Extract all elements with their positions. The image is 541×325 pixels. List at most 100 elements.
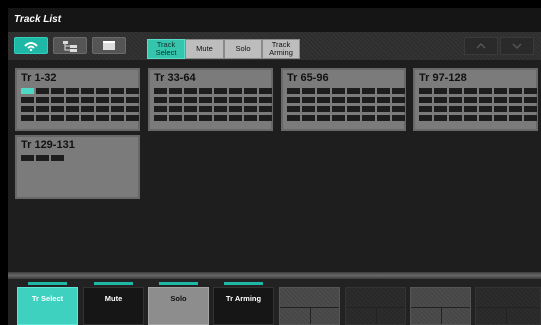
function-button-blank[interactable] bbox=[345, 287, 406, 325]
function-button-solo[interactable]: Solo bbox=[148, 282, 209, 325]
view-button-hierarchy[interactable] bbox=[53, 37, 87, 54]
track-cell[interactable] bbox=[51, 97, 64, 103]
track-cell[interactable] bbox=[449, 115, 462, 121]
track-cell[interactable] bbox=[66, 106, 79, 112]
track-cell[interactable] bbox=[81, 106, 94, 112]
track-cell[interactable] bbox=[51, 115, 64, 121]
mode-button-mute[interactable]: Mute bbox=[185, 39, 224, 59]
track-cell[interactable] bbox=[21, 106, 34, 112]
track-cell[interactable] bbox=[154, 106, 167, 112]
track-cell[interactable] bbox=[287, 115, 300, 121]
track-cell[interactable] bbox=[317, 88, 330, 94]
track-cell[interactable] bbox=[21, 115, 34, 121]
track-cell[interactable] bbox=[81, 115, 94, 121]
track-cell[interactable] bbox=[96, 97, 109, 103]
track-cell[interactable] bbox=[81, 97, 94, 103]
function-button-tr-arming[interactable]: Tr Arming bbox=[213, 282, 274, 325]
track-cell[interactable] bbox=[214, 106, 227, 112]
track-cell[interactable] bbox=[362, 97, 375, 103]
track-cell[interactable] bbox=[377, 97, 390, 103]
track-cell[interactable] bbox=[21, 97, 34, 103]
track-cell[interactable] bbox=[434, 115, 447, 121]
track-cell[interactable] bbox=[184, 88, 197, 94]
track-cell[interactable] bbox=[332, 88, 345, 94]
track-cell[interactable] bbox=[154, 97, 167, 103]
track-cell[interactable] bbox=[494, 106, 507, 112]
track-cell[interactable] bbox=[154, 115, 167, 121]
track-cell[interactable] bbox=[51, 88, 64, 94]
track-cell[interactable] bbox=[434, 88, 447, 94]
track-cell[interactable] bbox=[524, 115, 537, 121]
track-cell[interactable] bbox=[434, 97, 447, 103]
track-cell[interactable] bbox=[392, 115, 405, 121]
track-cell[interactable] bbox=[36, 106, 49, 112]
track-cell[interactable] bbox=[259, 88, 272, 94]
track-cell[interactable] bbox=[199, 115, 212, 121]
track-cell[interactable] bbox=[494, 97, 507, 103]
track-cell[interactable] bbox=[126, 106, 139, 112]
track-cell[interactable] bbox=[96, 106, 109, 112]
track-cell[interactable] bbox=[184, 106, 197, 112]
track-cell[interactable] bbox=[229, 97, 242, 103]
track-bank-65-96[interactable]: Tr 65-96 bbox=[281, 68, 406, 131]
track-cell[interactable] bbox=[479, 97, 492, 103]
track-bank-97-128[interactable]: Tr 97-128 bbox=[413, 68, 538, 131]
track-cell[interactable] bbox=[259, 115, 272, 121]
scroll-down-button[interactable] bbox=[500, 37, 534, 55]
track-cell[interactable] bbox=[259, 106, 272, 112]
track-cell[interactable] bbox=[479, 115, 492, 121]
function-button-blank[interactable] bbox=[410, 287, 471, 325]
track-cell[interactable] bbox=[244, 88, 257, 94]
track-cell[interactable] bbox=[287, 106, 300, 112]
track-cell[interactable] bbox=[199, 97, 212, 103]
function-button-blank[interactable] bbox=[279, 287, 340, 325]
track-cell[interactable] bbox=[259, 97, 272, 103]
track-cell[interactable] bbox=[509, 97, 522, 103]
track-cell[interactable] bbox=[154, 88, 167, 94]
track-cell[interactable] bbox=[214, 97, 227, 103]
view-button-window[interactable] bbox=[92, 37, 126, 54]
track-cell[interactable] bbox=[36, 115, 49, 121]
track-cell[interactable] bbox=[169, 97, 182, 103]
track-cell[interactable] bbox=[377, 115, 390, 121]
track-cell[interactable] bbox=[347, 106, 360, 112]
track-bank-1-32[interactable]: Tr 1-32 bbox=[15, 68, 140, 131]
track-cell[interactable] bbox=[36, 88, 49, 94]
track-cell[interactable] bbox=[66, 115, 79, 121]
track-cell[interactable] bbox=[111, 106, 124, 112]
track-cell[interactable] bbox=[302, 106, 315, 112]
track-cell[interactable] bbox=[169, 88, 182, 94]
track-cell[interactable] bbox=[126, 97, 139, 103]
mode-button-track-select[interactable]: Track Select bbox=[147, 39, 185, 59]
track-cell[interactable] bbox=[449, 106, 462, 112]
track-cell[interactable] bbox=[419, 106, 432, 112]
track-cell[interactable] bbox=[509, 106, 522, 112]
track-cell[interactable] bbox=[244, 97, 257, 103]
track-cell[interactable] bbox=[96, 88, 109, 94]
track-cell[interactable] bbox=[464, 88, 477, 94]
track-cell[interactable] bbox=[347, 88, 360, 94]
track-cell[interactable] bbox=[509, 115, 522, 121]
scroll-up-button[interactable] bbox=[464, 37, 498, 55]
track-cell[interactable] bbox=[302, 88, 315, 94]
function-button-tr-select[interactable]: Tr Select bbox=[17, 282, 78, 325]
track-cell[interactable] bbox=[377, 106, 390, 112]
track-cell[interactable] bbox=[332, 115, 345, 121]
track-cell[interactable] bbox=[199, 106, 212, 112]
track-cell[interactable] bbox=[392, 97, 405, 103]
track-cell[interactable] bbox=[214, 115, 227, 121]
track-cell[interactable] bbox=[449, 88, 462, 94]
track-cell[interactable] bbox=[317, 115, 330, 121]
track-cell[interactable] bbox=[332, 106, 345, 112]
track-cell[interactable] bbox=[419, 115, 432, 121]
track-cell[interactable] bbox=[509, 88, 522, 94]
track-cell[interactable] bbox=[362, 88, 375, 94]
track-cell[interactable] bbox=[362, 115, 375, 121]
track-cell[interactable] bbox=[51, 155, 64, 161]
track-cell[interactable] bbox=[244, 115, 257, 121]
track-cell[interactable] bbox=[332, 97, 345, 103]
function-button-mute[interactable]: Mute bbox=[83, 282, 144, 325]
track-cell[interactable] bbox=[287, 88, 300, 94]
track-cell[interactable] bbox=[317, 106, 330, 112]
track-bank-33-64[interactable]: Tr 33-64 bbox=[148, 68, 273, 131]
